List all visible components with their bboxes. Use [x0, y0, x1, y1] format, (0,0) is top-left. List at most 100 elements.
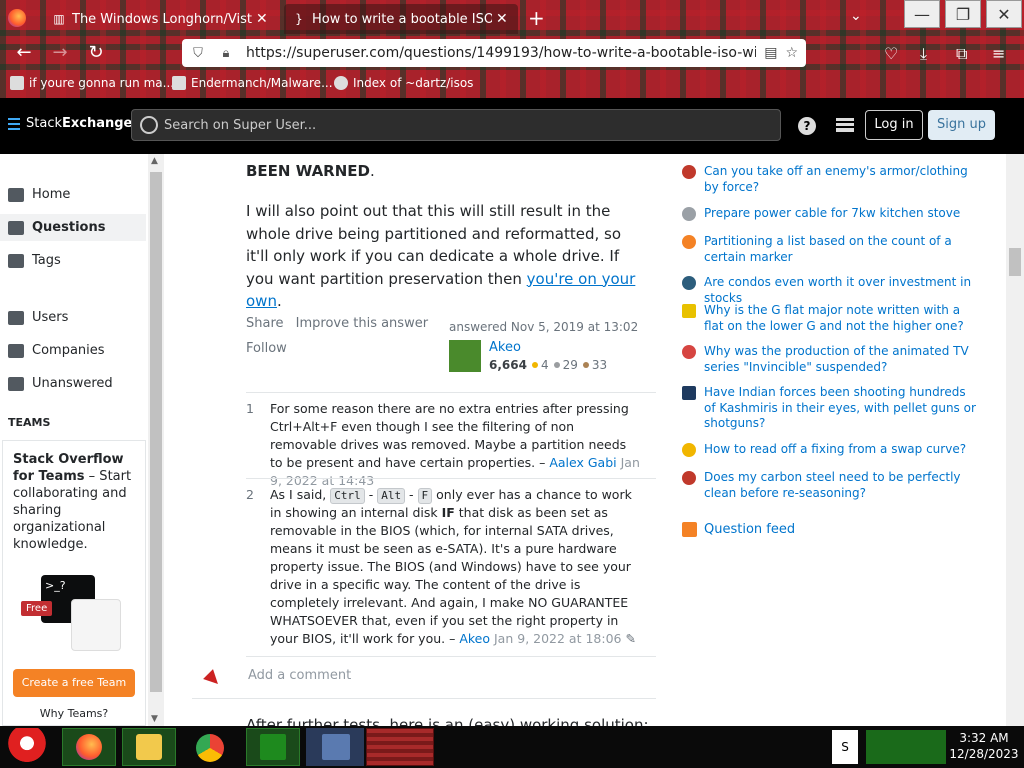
share-link[interactable]: Share [246, 316, 284, 331]
window-close-icon[interactable]: ✕ [986, 0, 1022, 28]
forward-icon[interactable]: → [48, 42, 72, 66]
unanswered-icon [8, 376, 24, 391]
tab-longhorn[interactable]: ▥ The Windows Longhorn/Vista Arc ✕ [44, 4, 278, 34]
comment-user-link[interactable]: Aalex Gabi [549, 455, 616, 470]
comment-user-link[interactable]: Akeo [459, 631, 490, 646]
bookmark-star-icon[interactable]: ☆ [785, 45, 798, 61]
warning-text: BEEN WARNED. [246, 162, 375, 180]
post-actions: Share Improve this answer [246, 316, 436, 331]
system-tray[interactable] [866, 730, 946, 764]
lock-icon[interactable]: 🔒︎ [218, 46, 234, 61]
scrollbar-thumb[interactable] [1009, 248, 1021, 276]
answer-paragraph: I will also point out that this will sti… [246, 202, 636, 310]
create-team-button[interactable]: Create a free Team [13, 669, 135, 697]
follow-link[interactable]: Follow [246, 341, 287, 356]
computer-icon [322, 734, 350, 760]
related-question[interactable]: Prepare power cable for 7kw kitchen stov… [682, 206, 1002, 222]
start-button[interactable] [2, 728, 52, 766]
scroll-down-icon[interactable]: ▼ [151, 714, 158, 724]
tab-title: The Windows Longhorn/Vista Arc [72, 11, 252, 27]
rss-icon [682, 522, 697, 537]
tray-app[interactable]: S [832, 730, 858, 764]
sidebar-scrollbar[interactable]: ▲ ▼ [148, 154, 164, 726]
related-question[interactable]: Have Indian forces been shooting hundred… [682, 385, 1002, 433]
bronze-badge-icon [582, 362, 589, 368]
taskbar-firefox[interactable] [62, 728, 116, 766]
taskbar-window[interactable] [366, 728, 434, 766]
minimize-icon[interactable]: — [904, 0, 940, 28]
reader-view-icon[interactable]: ▤ [764, 45, 777, 61]
help-icon[interactable]: ? [798, 117, 816, 135]
bookmark-item[interactable]: Index of ~dartz/isos [334, 76, 473, 90]
folder-icon [136, 734, 162, 760]
search-icon [140, 116, 158, 134]
site-favicon-icon [682, 304, 696, 318]
related-question[interactable]: How to read off a fixing from a swap cur… [682, 442, 1002, 458]
stackexchange-logo[interactable]: Stack Exchange [8, 116, 132, 131]
page-scrollbar[interactable] [1006, 154, 1024, 726]
nav-users[interactable]: Users [8, 310, 68, 325]
next-answer-preview: After further tests, here is an (easy) w… [246, 716, 649, 726]
nav-unanswered[interactable]: Unanswered [8, 376, 113, 391]
taskbar-chrome[interactable] [184, 728, 238, 766]
search-input[interactable]: Search on Super User... [131, 109, 781, 141]
superuser-icon: } [295, 12, 303, 26]
improve-link[interactable]: Improve this answer [296, 316, 428, 331]
answer-content: BEEN WARNED. I will also point out that … [164, 154, 664, 726]
why-teams-link[interactable]: Why Teams? [3, 707, 145, 720]
site-switcher-icon[interactable] [836, 118, 854, 132]
taskbar-explorer[interactable] [122, 728, 176, 766]
question-feed-link[interactable]: Question feed [682, 522, 795, 537]
url-text[interactable]: https://superuser.com/questions/1499193/… [246, 45, 756, 61]
clock[interactable]: 3:32 AM 12/28/2023 [948, 730, 1020, 762]
taskbar: S 3:32 AM 12/28/2023 [0, 726, 1024, 768]
download-icon[interactable]: ⤓ [920, 44, 927, 64]
add-comment-link[interactable]: Add a comment [248, 668, 351, 683]
signup-button[interactable]: Sign up [928, 110, 995, 140]
reload-icon[interactable]: ↻ [84, 42, 108, 66]
globe-icon [334, 76, 348, 90]
firefox-menu-icon[interactable] [8, 9, 26, 27]
tab-superuser[interactable]: } How to write a bootable ISO Wind ✕ [284, 4, 518, 34]
extensions-icon[interactable]: ⧉ [956, 44, 967, 64]
bookmark-item[interactable]: Endermanch/Malware... [172, 76, 333, 90]
related-question[interactable]: Why is the G flat major note written wit… [682, 303, 1002, 335]
close-tab-icon[interactable]: ✕ [496, 11, 508, 27]
edit-pencil-icon: ✎ [625, 631, 636, 646]
scroll-up-icon[interactable]: ▲ [151, 156, 158, 166]
free-badge: Free [21, 601, 53, 616]
bookmark-item[interactable]: if youre gonna run ma... [10, 76, 174, 90]
hamburger-menu-icon[interactable]: ≡ [992, 44, 1005, 63]
related-question[interactable]: Partitioning a list based on the count o… [682, 234, 1002, 266]
divider [246, 392, 656, 393]
close-tab-icon[interactable]: ✕ [256, 11, 268, 27]
nav-questions[interactable]: Questions [0, 214, 146, 241]
avatar[interactable] [449, 340, 481, 372]
restore-icon[interactable]: ❐ [945, 0, 981, 28]
back-icon[interactable]: ← [12, 42, 36, 66]
comment-date[interactable]: Jan 9, 2022 at 18:06 [494, 631, 621, 646]
tab-title: How to write a bootable ISO Wind [312, 11, 492, 27]
nav-companies[interactable]: Companies [8, 343, 105, 358]
related-question[interactable]: Can you take off an enemy's armor/clothi… [682, 164, 1002, 196]
pocket-icon[interactable]: ♡ [884, 44, 898, 63]
related-question[interactable]: Why was the production of the animated T… [682, 344, 1002, 376]
hot-network-questions: Can you take off an enemy's armor/clothi… [664, 154, 1006, 726]
chevron-down-icon[interactable]: ⌄ [850, 8, 862, 24]
shield-icon[interactable]: ⛉ [190, 46, 206, 61]
scrollbar-thumb[interactable] [150, 172, 162, 692]
nav-tags[interactable]: Tags [8, 253, 61, 268]
address-bar[interactable]: ⛉ 🔒︎ https://superuser.com/questions/149… [182, 39, 806, 67]
kbd-alt: Alt [377, 488, 406, 504]
author-link[interactable]: Akeo [489, 340, 521, 355]
users-icon [8, 310, 24, 325]
login-button[interactable]: Log in [865, 110, 923, 140]
comment-body: As I said, Ctrl - Alt - F only ever has … [270, 487, 636, 646]
related-question[interactable]: Are condos even worth it over investment… [682, 275, 1002, 305]
new-tab-icon[interactable]: + [528, 6, 545, 30]
nav-home[interactable]: Home [8, 187, 70, 202]
related-question[interactable]: Does my carbon steel need to be perfectl… [682, 470, 1002, 502]
taskbar-tree[interactable] [246, 728, 300, 766]
briefcase-icon [8, 343, 24, 358]
taskbar-network[interactable] [306, 728, 364, 766]
